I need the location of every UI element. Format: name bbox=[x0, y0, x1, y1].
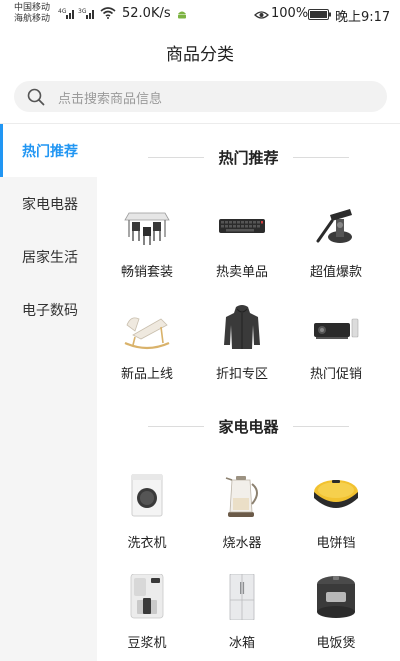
car-mount-icon bbox=[312, 203, 360, 249]
net-speed: 52.0K/s bbox=[122, 6, 171, 21]
search-placeholder: 点击搜索商品信息 bbox=[58, 92, 163, 107]
category-item-label: 冰箱 bbox=[228, 636, 255, 651]
section-title: 家电电器 bbox=[218, 417, 279, 436]
carrier-line-1: 中国移动 bbox=[14, 3, 51, 13]
divider-line bbox=[292, 156, 349, 158]
signal-4g-icon: 4G bbox=[58, 7, 76, 19]
category-item-label: 电饼铛 bbox=[316, 536, 356, 551]
section-header-appliances: 家电电器 bbox=[97, 414, 400, 438]
washing-machine-icon bbox=[123, 473, 171, 520]
category-item-label: 热门促销 bbox=[309, 367, 362, 382]
category-item-water-heater[interactable]: 烧水器 bbox=[195, 474, 289, 559]
rice-cooker-icon bbox=[312, 574, 360, 620]
rocking-chair-icon bbox=[123, 305, 171, 351]
signal-3g-icon: 3G bbox=[78, 7, 96, 19]
jacket-icon bbox=[218, 305, 266, 351]
category-item-label: 超值爆款 bbox=[309, 265, 362, 280]
sidebar-item-appliances[interactable]: 家电电器 bbox=[0, 177, 97, 230]
kettle-icon bbox=[218, 474, 266, 520]
projector-icon bbox=[312, 305, 360, 351]
category-item-pancake-maker[interactable]: 电饼铛 bbox=[289, 474, 383, 559]
category-item-discount-zone[interactable]: 折扣专区 bbox=[195, 305, 289, 390]
search-icon bbox=[26, 87, 46, 111]
category-item-fridge[interactable]: 冰箱 bbox=[195, 573, 289, 659]
android-icon bbox=[177, 8, 187, 24]
sidebar-item-hot[interactable]: 热门推荐 bbox=[0, 124, 97, 177]
svg-text:4G: 4G bbox=[58, 8, 67, 15]
category-item-new-arrivals[interactable]: 新品上线 bbox=[100, 305, 194, 390]
sidebar-item-label: 电子数码 bbox=[22, 302, 78, 319]
sidebar-item-label: 热门推荐 bbox=[22, 143, 78, 160]
section-title: 热门推荐 bbox=[218, 148, 279, 167]
divider-line bbox=[148, 156, 205, 158]
clock: 晚上9:17 bbox=[335, 10, 391, 25]
sidebar-item-digital[interactable]: 电子数码 bbox=[0, 283, 97, 336]
sidebar-item-home-living[interactable]: 居家生活 bbox=[0, 230, 97, 283]
soymilk-maker-icon bbox=[123, 573, 171, 620]
page-title: 商品分类 bbox=[166, 45, 234, 65]
fridge-icon bbox=[218, 573, 266, 621]
dining-set-icon bbox=[123, 203, 171, 249]
category-item-rice-cooker[interactable]: 电饭煲 bbox=[289, 574, 383, 659]
carrier-info: 中国移动 海航移动 bbox=[14, 3, 50, 25]
carrier-line-2: 海航移动 bbox=[14, 14, 51, 24]
svg-text:3G: 3G bbox=[78, 8, 87, 15]
battery-percent: 100% bbox=[271, 6, 309, 21]
category-item-soymilk-maker[interactable]: 豆浆机 bbox=[100, 573, 194, 659]
category-item-label: 电饭煲 bbox=[316, 636, 356, 651]
status-bar: 中国移动 海航移动 4G 3G 52.0K/s 100% 晚上9:17 bbox=[0, 0, 400, 28]
category-item-label: 洗衣机 bbox=[127, 536, 167, 551]
category-item-label: 豆浆机 bbox=[127, 636, 167, 651]
category-item-label: 折扣专区 bbox=[215, 367, 268, 382]
category-item-hot-promos[interactable]: 热门促销 bbox=[289, 305, 383, 390]
category-item-label: 热卖单品 bbox=[215, 265, 268, 280]
category-item-label: 畅销套装 bbox=[120, 265, 173, 280]
divider-line bbox=[148, 425, 205, 427]
category-item-label: 新品上线 bbox=[120, 367, 173, 382]
category-sidebar: 热门推荐 家电电器 居家生活 电子数码 bbox=[0, 124, 97, 661]
sidebar-item-label: 居家生活 bbox=[22, 249, 78, 266]
category-item-best-sellers[interactable]: 畅销套装 bbox=[100, 203, 194, 288]
battery-icon bbox=[308, 8, 332, 24]
category-item-label: 烧水器 bbox=[222, 536, 262, 551]
sidebar-item-label: 家电电器 bbox=[22, 196, 78, 213]
category-item-value-deals[interactable]: 超值爆款 bbox=[289, 203, 383, 288]
category-item-washing-machine[interactable]: 洗衣机 bbox=[100, 473, 194, 559]
category-item-hot-singles[interactable]: 热卖单品 bbox=[195, 203, 289, 288]
pancake-maker-icon bbox=[312, 474, 360, 520]
keyboard-icon bbox=[218, 203, 266, 249]
search-bar[interactable]: 点击搜索商品信息 bbox=[14, 81, 387, 112]
wifi-icon bbox=[100, 7, 116, 19]
eye-icon bbox=[254, 8, 269, 24]
section-header-hot: 热门推荐 bbox=[97, 145, 400, 169]
divider-line bbox=[292, 425, 349, 427]
